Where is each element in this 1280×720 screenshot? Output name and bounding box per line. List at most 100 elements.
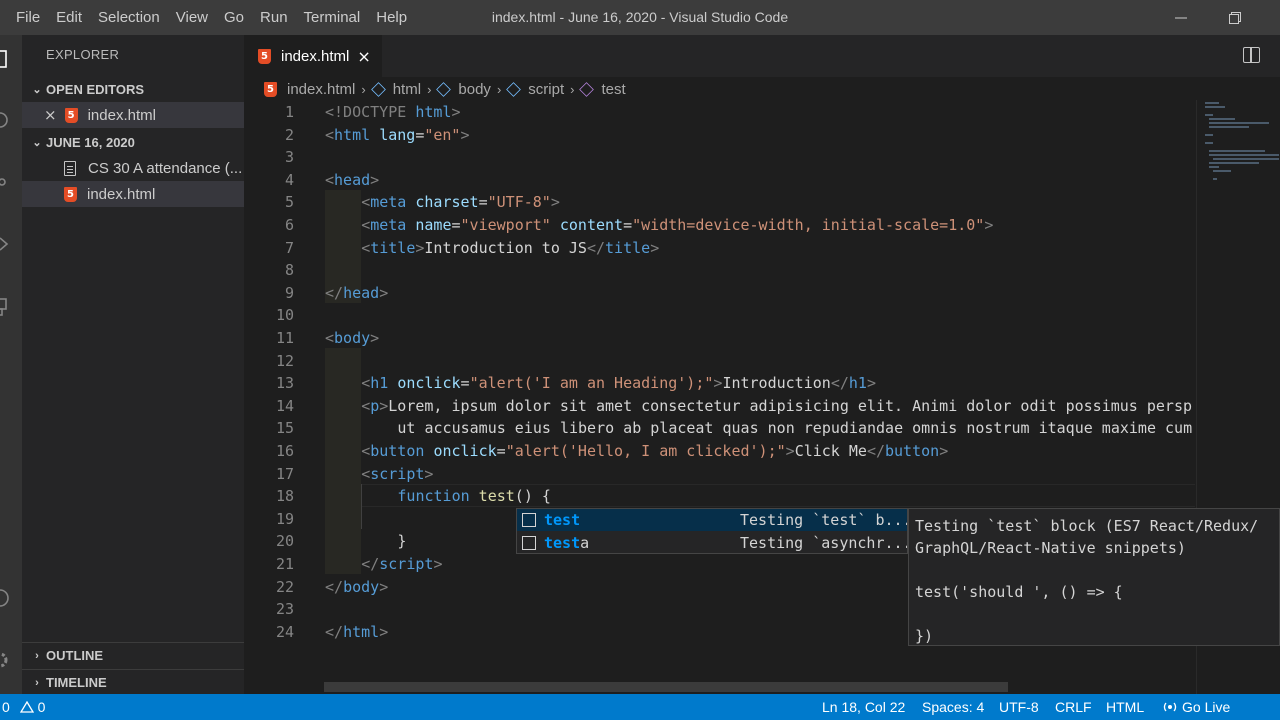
timeline-label: TIMELINE — [46, 675, 107, 690]
split-editor-icon[interactable] — [1243, 47, 1260, 63]
code-line[interactable]: 8 — [244, 259, 1280, 282]
html5-icon: 5 — [64, 186, 77, 202]
line-number: 11 — [275, 329, 294, 347]
chevron-right-icon: › — [427, 81, 432, 97]
line-number: 19 — [275, 509, 294, 528]
code-line[interactable]: 17 <script> — [244, 463, 1280, 486]
code-line[interactable]: 10 — [244, 304, 1280, 327]
line-number: 7 — [284, 238, 294, 257]
extensions-icon[interactable] — [0, 291, 22, 321]
error-count: 0 — [2, 699, 10, 715]
menu-terminal[interactable]: Terminal — [296, 0, 369, 35]
code-line[interactable]: 15 ut accusamus eius libero ab placeat qu… — [244, 417, 1280, 440]
explorer-sidebar: EXPLORER ⌄ OPEN EDITORS × 5 index.html ⌄… — [22, 35, 244, 694]
outline-header[interactable]: › OUTLINE — [22, 642, 244, 668]
line-number: 5 — [284, 193, 294, 212]
code-text: <p>Lorem, ipsum dolor sit amet consectet… — [361, 396, 1193, 415]
code-line[interactable]: 12 — [244, 350, 1280, 373]
line-ending[interactable]: CRLF — [1055, 694, 1092, 720]
suggestion-detail: Testing `asynchr... — [740, 534, 907, 552]
chevron-right-icon: › — [570, 81, 575, 97]
code-line[interactable]: 18 function test() { — [244, 485, 1280, 508]
timeline-header[interactable]: › TIMELINE — [22, 669, 244, 695]
breadcrumb-test[interactable]: test — [601, 81, 625, 98]
menu-selection[interactable]: Selection — [90, 0, 168, 35]
open-editors-header[interactable]: ⌄ OPEN EDITORS — [22, 76, 244, 102]
file-label: CS 30 A attendance (... — [88, 159, 243, 177]
breadcrumb-script[interactable]: script — [528, 81, 564, 98]
code-line[interactable]: 1 <!DOCTYPE html> — [244, 101, 1280, 124]
menu-bar: File Edit Selection View Go Run Terminal… — [0, 0, 415, 35]
chevron-right-icon: › — [35, 676, 39, 689]
line-number: 17 — [275, 464, 294, 483]
menu-file[interactable]: File — [8, 0, 48, 35]
gear-icon[interactable] — [0, 645, 22, 675]
close-icon[interactable]: × — [44, 106, 57, 124]
chevron-right-icon: › — [496, 81, 502, 97]
explorer-icon[interactable] — [0, 45, 22, 75]
suggestion-docs: Testing `test` block (ES7 React/Redux/ G… — [908, 508, 1280, 646]
line-number: 9 — [284, 283, 294, 302]
code-line[interactable]: 13 <h1 onclick="alert('I am an Heading');… — [244, 372, 1280, 395]
cursor-position[interactable]: Ln 18, Col 22 — [822, 694, 905, 720]
suggestion-item[interactable]: test Testing `test` b... — [517, 509, 907, 531]
html5-icon: 5 — [258, 48, 271, 64]
warning-icon — [19, 700, 34, 713]
code-line[interactable]: 6 <meta name="viewport" content="width=de… — [244, 214, 1280, 237]
line-number: 15 — [275, 419, 294, 438]
tab-label: index.html — [281, 47, 350, 65]
close-icon[interactable]: × — [357, 47, 370, 66]
breadcrumb-file[interactable]: index.html — [287, 81, 355, 98]
code-line[interactable]: 16 <button onclick="alert('Hello, I am cl… — [244, 440, 1280, 463]
run-debug-icon[interactable] — [0, 229, 22, 259]
menu-view[interactable]: View — [168, 0, 216, 35]
indentation[interactable]: Spaces: 4 — [922, 694, 984, 720]
explorer-title: EXPLORER — [46, 47, 120, 62]
code-line[interactable]: 3 — [244, 146, 1280, 169]
source-control-icon[interactable] — [0, 167, 22, 197]
breadcrumb-body[interactable]: body — [458, 81, 491, 98]
code-text: <script> — [361, 464, 434, 483]
code-line[interactable]: 2 <html lang="en"> — [244, 124, 1280, 147]
menu-go[interactable]: Go — [216, 0, 252, 35]
menu-run[interactable]: Run — [252, 0, 296, 35]
code-line[interactable]: 7 <title>Introduction to JS</title> — [244, 237, 1280, 260]
file-label: index.html — [87, 185, 156, 203]
line-number: 24 — [275, 622, 294, 641]
restore-button[interactable] — [1212, 0, 1258, 35]
menu-help[interactable]: Help — [368, 0, 415, 35]
horizontal-scrollbar[interactable] — [324, 682, 1008, 692]
minimize-button[interactable] — [1158, 0, 1204, 35]
language-mode[interactable]: HTML — [1106, 694, 1144, 720]
line-number: 23 — [275, 600, 294, 619]
account-icon[interactable] — [0, 583, 22, 613]
suggestion-item[interactable]: testa Testing `asynchr... — [517, 532, 907, 554]
file-item-attendance[interactable]: CS 30 A attendance (... — [22, 155, 244, 181]
code-text: <head> — [325, 170, 380, 189]
code-line[interactable]: 5 <meta charset="UTF-8"> — [244, 191, 1280, 214]
file-item-index[interactable]: 5 index.html — [22, 181, 244, 207]
open-editor-item[interactable]: × 5 index.html — [22, 102, 244, 128]
problems-indicator[interactable]: 0 0 — [2, 694, 45, 720]
chevron-down-icon: ⌄ — [32, 136, 42, 149]
code-text: } — [397, 532, 407, 551]
line-number: 18 — [275, 487, 294, 506]
code-text: <!DOCTYPE html> — [325, 103, 461, 121]
snippet-icon — [522, 536, 536, 550]
suggestion-detail: Testing `test` b... — [740, 511, 907, 529]
code-line[interactable]: 9 </head> — [244, 282, 1280, 305]
code-line[interactable]: 4 <head> — [244, 169, 1280, 192]
code-line[interactable]: 14 <p>Lorem, ipsum dolor sit amet consect… — [244, 395, 1280, 418]
breadcrumb-html[interactable]: html — [393, 81, 421, 98]
menu-edit[interactable]: Edit — [48, 0, 90, 35]
line-number: 20 — [275, 532, 294, 551]
element-icon — [506, 81, 522, 97]
folder-header[interactable]: ⌄ JUNE 16, 2020 — [22, 129, 244, 155]
code-line[interactable]: 11 <body> — [244, 327, 1280, 350]
tab-index-html[interactable]: 5 index.html × — [244, 35, 382, 77]
search-icon[interactable] — [0, 105, 22, 135]
encoding[interactable]: UTF-8 — [999, 694, 1039, 720]
restore-icon — [1229, 11, 1241, 24]
go-live-button[interactable]: Go Live — [1162, 694, 1230, 720]
chevron-right-icon: › — [361, 81, 366, 97]
